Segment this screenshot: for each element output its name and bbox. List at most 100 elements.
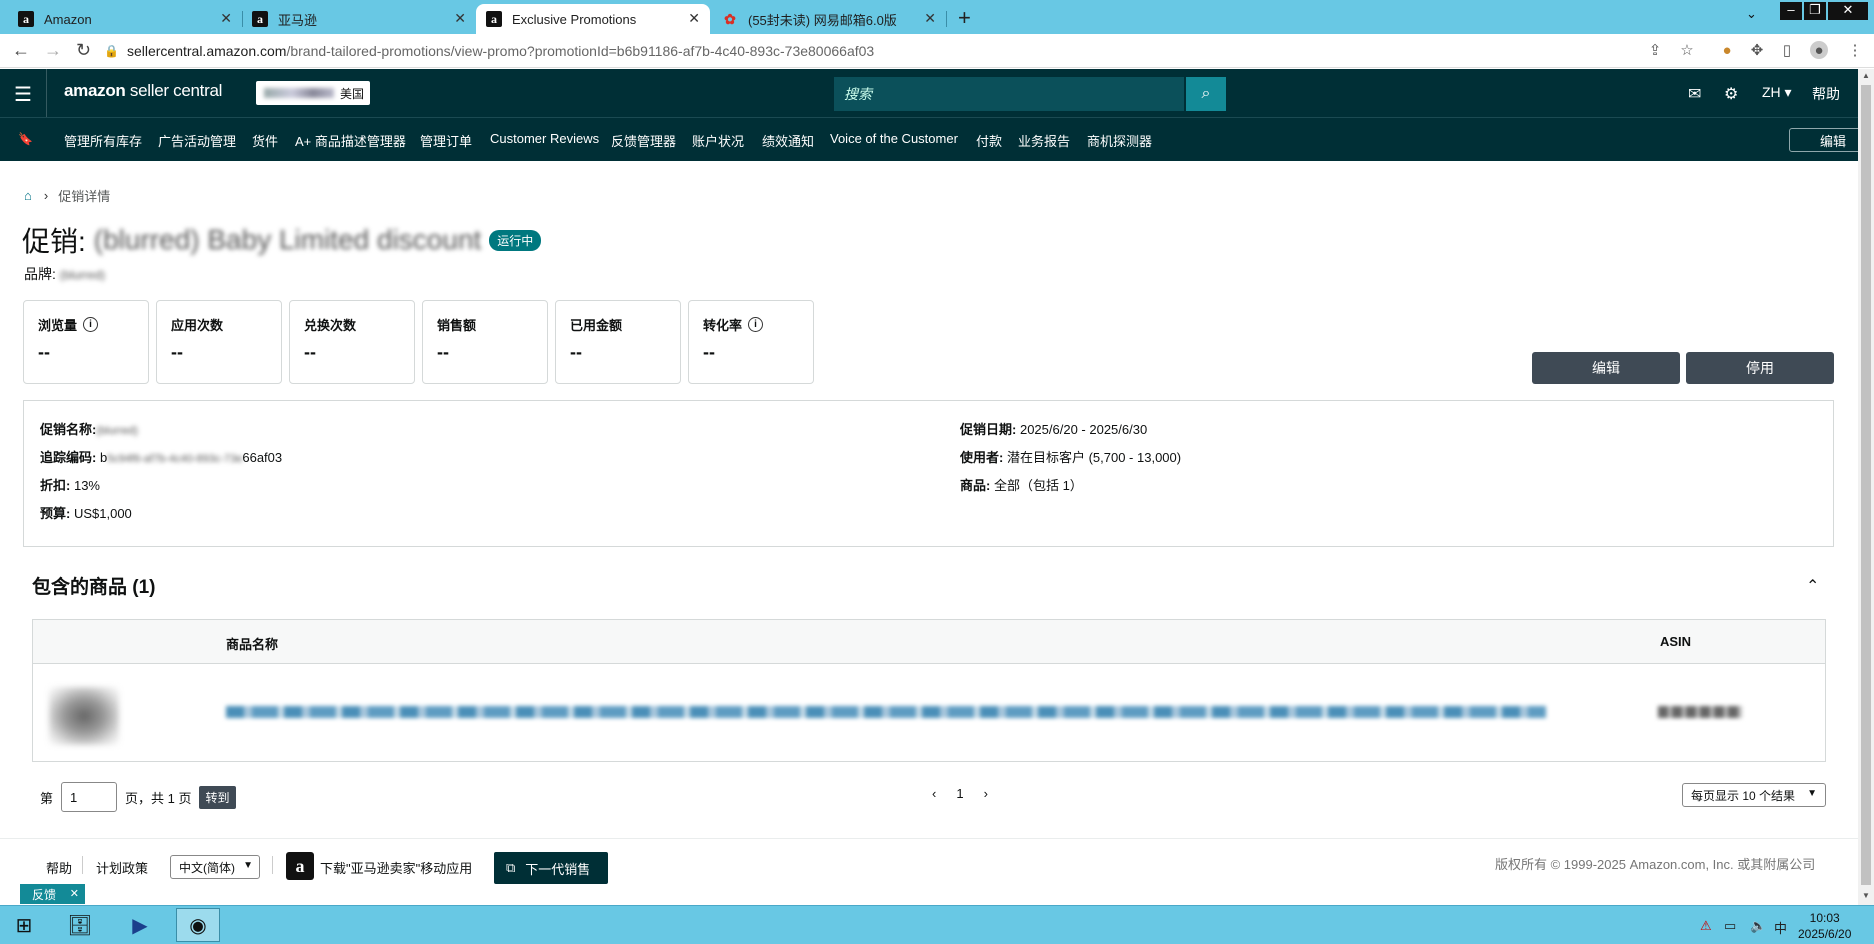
nav-item-business-reports[interactable]: 业务报告 [1018, 131, 1070, 150]
chevron-right-icon[interactable]: › [984, 786, 988, 801]
results-per-page-select[interactable]: 每页显示 10 个结果 ▼ [1682, 783, 1826, 807]
nav-item-opportunity-explorer[interactable]: 商机探测器 [1087, 131, 1152, 150]
seller-central-header: ☰ amazon seller central 美国 搜索 ⌕ ✉ ⚙ ZH ▾… [0, 69, 1858, 117]
mail-icon[interactable]: ✉ [1688, 84, 1701, 104]
product-name-link-redacted[interactable] [226, 706, 1546, 718]
edit-button[interactable]: 编辑 [1532, 352, 1680, 384]
page-scrollbar[interactable]: ▲ ▼ [1858, 69, 1874, 905]
minimize-icon[interactable]: – [1780, 2, 1802, 20]
close-icon[interactable]: ✕ [924, 10, 936, 27]
help-link[interactable]: 帮助 [1812, 84, 1840, 104]
metric-card-views: 浏览量 i -- [23, 300, 149, 384]
bookmark-nav-bar: 🔖 管理所有库存 广告活动管理 货件 A+ 商品描述管理器 管理订单 Custo… [0, 117, 1874, 161]
browser-tab[interactable]: a 亚马逊 ✕ [242, 4, 476, 34]
metric-card-redemptions: 兑换次数 -- [289, 300, 415, 384]
deactivate-button[interactable]: 停用 [1686, 352, 1834, 384]
kebab-menu-icon[interactable]: ⋮ [1846, 41, 1864, 59]
close-icon[interactable]: ✕ [688, 10, 700, 27]
nav-item-payments[interactable]: 付款 [976, 131, 1002, 150]
home-icon[interactable]: ⌂ [24, 188, 32, 203]
nav-item-voice-of-customer[interactable]: Voice of the Customer [830, 131, 958, 146]
star-icon[interactable]: ☆ [1678, 41, 1696, 59]
nav-item-customer-reviews[interactable]: Customer Reviews [490, 131, 599, 146]
nav-item-shipments[interactable]: 货件 [252, 131, 278, 150]
scroll-down-icon[interactable]: ▼ [1862, 891, 1870, 900]
scroll-up-icon[interactable]: ▲ [1862, 71, 1870, 80]
restore-icon[interactable]: ❐ [1804, 2, 1826, 20]
volume-icon[interactable]: 🔈 [1750, 918, 1766, 934]
promo-details-panel: 促销名称:(blurred) 追踪编码: b5c94f6-af7b-4c40-8… [23, 400, 1834, 547]
page-number-input[interactable]: 1 [61, 782, 118, 812]
puzzle-extension-icon[interactable]: ✥ [1748, 41, 1766, 59]
reload-icon[interactable]: ↻ [76, 40, 91, 61]
file-explorer-icon[interactable]: 🗄 [58, 908, 102, 942]
windows-taskbar: ⊞ 🗄 ▶ ◉ ⚠ ▭ 🔈 中 10:03 2025/6/20 [0, 905, 1874, 944]
nav-item-performance[interactable]: 绩效通知 [762, 131, 814, 150]
footer-help-link[interactable]: 帮助 [46, 858, 72, 877]
back-arrow-icon[interactable]: ← [12, 40, 30, 61]
browser-tab[interactable]: a Amazon ✕ [8, 4, 243, 34]
detail-promo-dates: 促销日期: 2025/6/20 - 2025/6/30 [960, 422, 1148, 437]
chevron-left-icon[interactable]: ‹ [932, 786, 936, 801]
forward-arrow-icon[interactable]: → [44, 40, 62, 61]
nav-item-aplus[interactable]: A+ 商品描述管理器 [295, 131, 406, 150]
ime-indicator[interactable]: 中 [1774, 918, 1787, 937]
nav-item-inventory[interactable]: 管理所有库存 [64, 131, 142, 150]
system-clock[interactable]: 10:03 2025/6/20 [1798, 910, 1851, 942]
page-jump: 第 1 页，共 1 页 转到 [40, 782, 236, 812]
tab-title: Exclusive Promotions [512, 11, 637, 27]
seller-central-logo[interactable]: amazon seller central [64, 81, 222, 101]
download-app-link[interactable]: 下载"亚马逊卖家"移动应用 [320, 858, 472, 877]
detail-tracking-code: 追踪编码: b5c94f6-af7b-4c40-893c-73e66af03 [40, 450, 283, 465]
feedback-tab[interactable]: 反馈 ✕ [20, 884, 85, 904]
windows-start-icon[interactable]: ⊞ [2, 908, 46, 942]
info-icon[interactable]: i [83, 317, 99, 332]
nav-item-feedback[interactable]: 反馈管理器 [611, 131, 676, 150]
nav-item-orders[interactable]: 管理订单 [420, 131, 472, 150]
share-icon[interactable]: ⇪ [1646, 41, 1664, 59]
network-warning-icon[interactable]: ⚠ [1700, 918, 1712, 934]
cookie-extension-icon[interactable]: ● [1718, 41, 1736, 59]
next-gen-selling-button[interactable]: ⧉ 下一代销售 [494, 852, 608, 884]
window-close-icon[interactable]: ✕ [1828, 2, 1868, 20]
external-link-icon: ⧉ [506, 860, 516, 875]
amazon-app-icon[interactable]: a [286, 852, 314, 880]
goto-button[interactable]: 转到 [199, 785, 236, 809]
detail-budget: 预算: US$1,000 [40, 506, 132, 521]
page-number[interactable]: 1 [956, 786, 963, 801]
footer-language-select[interactable]: 中文(简体) ▼ [170, 855, 260, 879]
gear-icon[interactable]: ⚙ [1724, 84, 1738, 104]
account-switcher[interactable]: 美国 [256, 81, 370, 105]
info-icon[interactable]: i [748, 317, 764, 332]
language-switcher[interactable]: ZH ▾ [1762, 84, 1792, 101]
side-panel-icon[interactable]: ▯ [1778, 41, 1796, 59]
browser-tab[interactable]: ✿ (55封未读) 网易邮箱6.0版 ✕ [712, 4, 947, 34]
browser-tab-active[interactable]: a Exclusive Promotions ✕ [476, 4, 710, 34]
chevron-down-icon[interactable]: ⌄ [1746, 6, 1757, 22]
new-tab-icon[interactable]: + [958, 5, 971, 31]
nav-item-campaigns[interactable]: 广告活动管理 [158, 131, 236, 150]
bookmark-icon[interactable]: 🔖 [18, 132, 33, 146]
profile-icon[interactable]: ● [1810, 41, 1828, 59]
nav-item-account-health[interactable]: 账户状况 [692, 131, 744, 150]
column-header-asin: ASIN [1660, 634, 1692, 649]
search-input[interactable]: 搜索 [834, 77, 1184, 111]
breadcrumb-current: 促销详情 [58, 189, 111, 204]
scrollbar-thumb[interactable] [1861, 85, 1871, 885]
url-field[interactable]: 🔒 sellercentral.amazon.com /brand-tailor… [104, 38, 1684, 64]
detail-promo-name: 促销名称:(blurred) [40, 422, 138, 437]
search-button[interactable]: ⌕ [1186, 77, 1226, 111]
footer-policy-link[interactable]: 计划政策 [96, 858, 148, 877]
browser-tab-strip: a Amazon ✕ a 亚马逊 ✕ a Exclusive Promotion… [0, 0, 1874, 34]
close-icon[interactable]: ✕ [220, 10, 232, 27]
chevron-down-icon: ▼ [1807, 788, 1817, 799]
close-icon[interactable]: ✕ [70, 887, 79, 900]
notification-icon[interactable]: ▭ [1724, 918, 1736, 934]
hamburger-menu-icon[interactable]: ☰ [14, 82, 32, 107]
powershell-icon[interactable]: ▶ [118, 908, 162, 942]
product-thumbnail-redacted[interactable] [49, 687, 119, 745]
close-icon[interactable]: ✕ [454, 10, 466, 27]
chrome-icon[interactable]: ◉ [176, 908, 220, 942]
metric-card-conversion: 转化率 i -- [688, 300, 814, 384]
chevron-up-icon[interactable]: ⌃ [1806, 576, 1819, 596]
